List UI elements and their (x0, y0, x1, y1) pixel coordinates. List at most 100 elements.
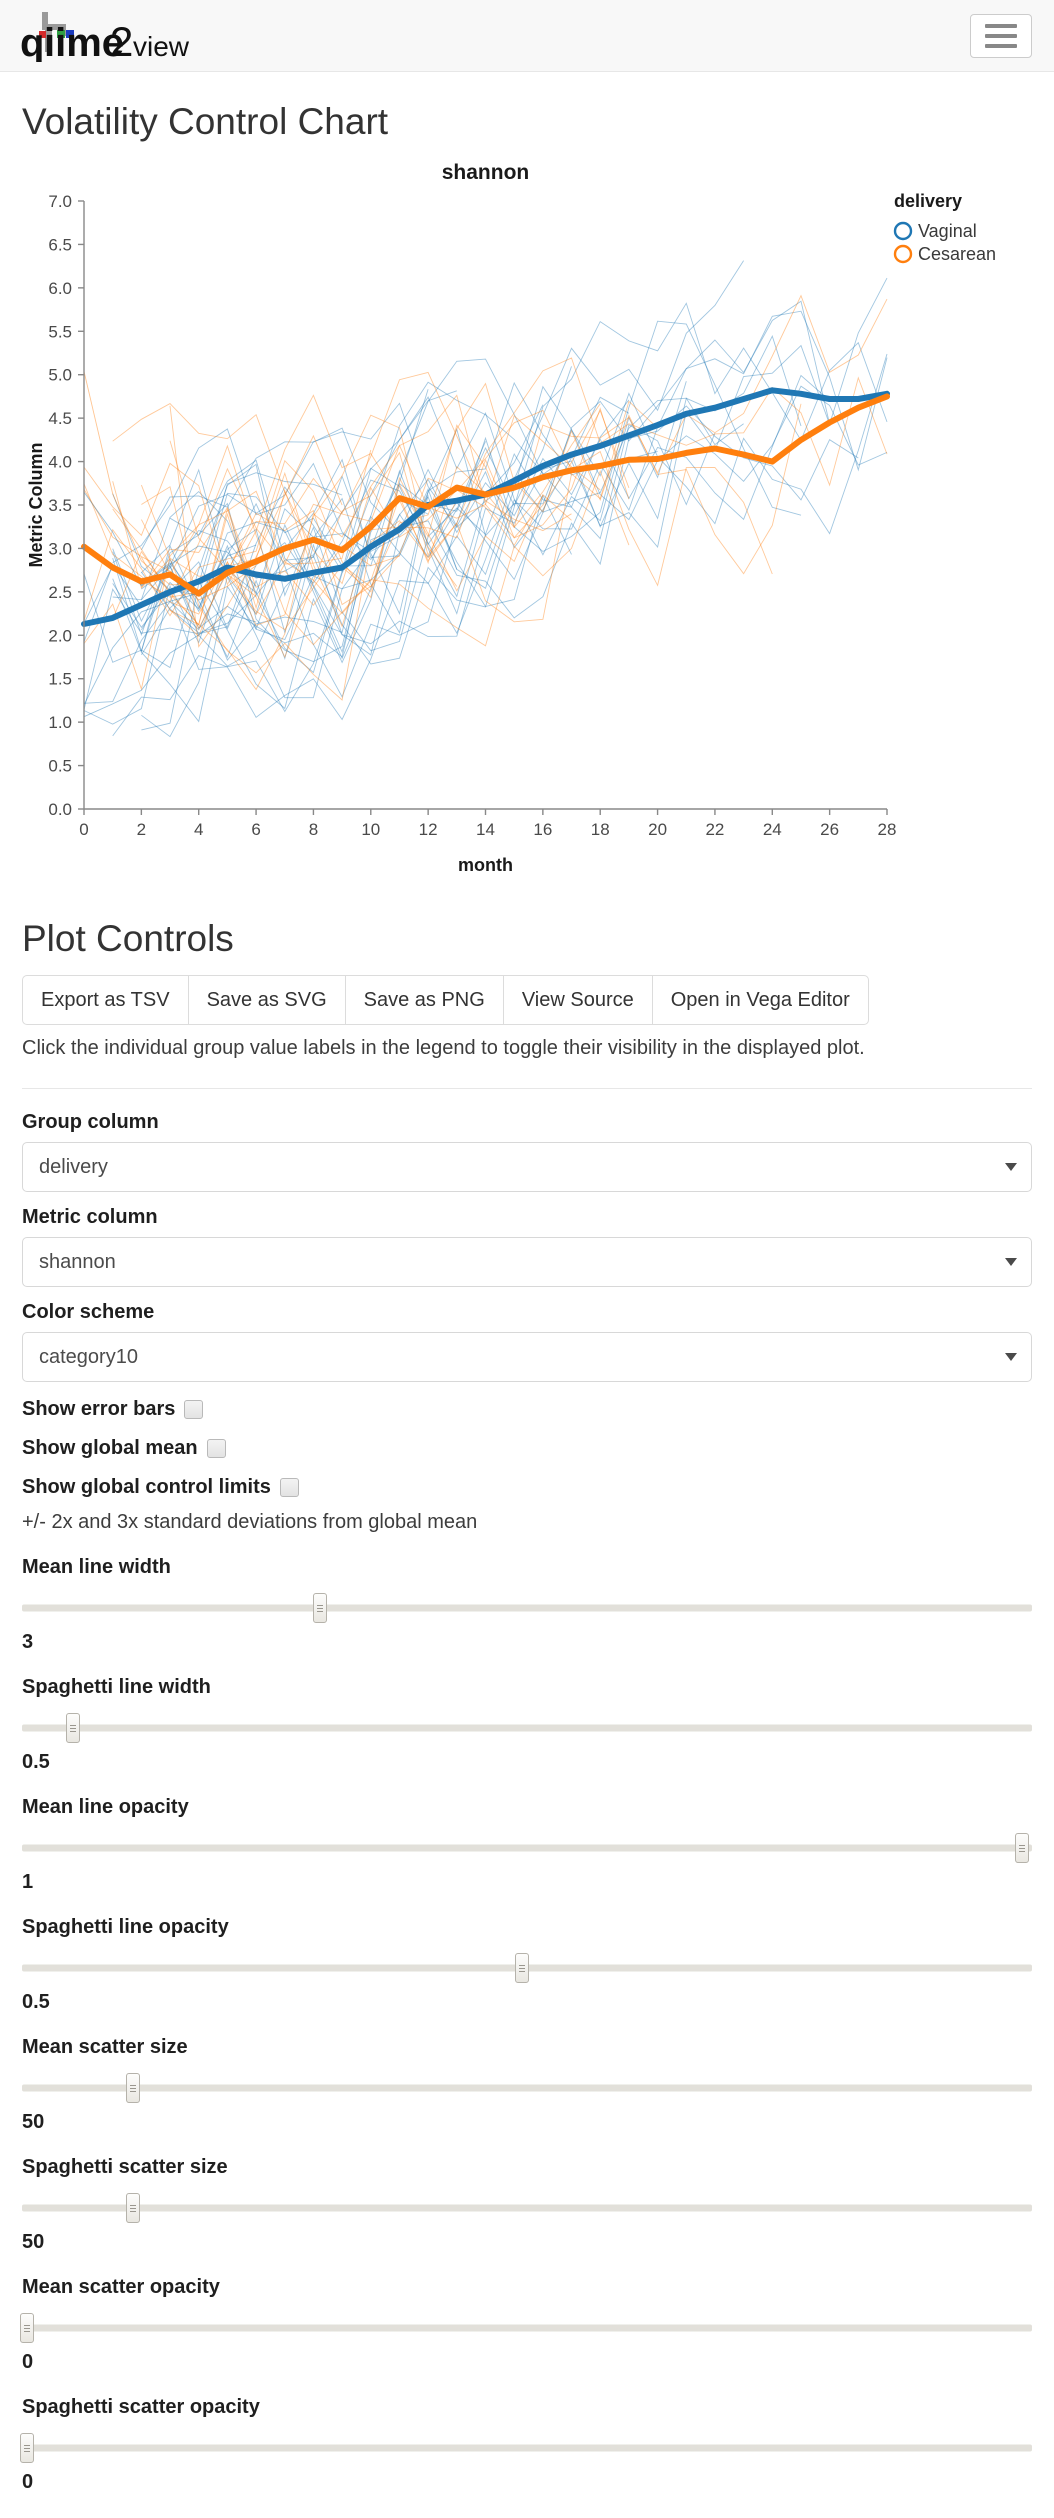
mean-scatter-size-value: 50 (22, 2111, 45, 2134)
legend-symbol-vaginal[interactable] (893, 221, 913, 240)
mean-line-width-label: Mean line width (22, 1556, 171, 1579)
spaghetti-line-opacity-thumb[interactable] (514, 1953, 529, 1984)
mean-line-width-slider[interactable] (22, 1591, 1032, 1625)
spaghetti-scatter-size-value: 50 (22, 2231, 45, 2254)
volatility-chart[interactable]: shannon 0.0 0.5 1.0 1.5 2.0 2.5 3.0 3.5 4.0 4.5 5.0… (22, 159, 1032, 889)
spaghetti-scatter-size-track[interactable] (22, 2204, 1032, 2212)
spaghetti-line-opacity-slider[interactable] (22, 1951, 1032, 1985)
show-error-bars-row: Show error bars (22, 1398, 1032, 1421)
plot-options-form: Group column delivery Metric column shan… (20, 1111, 1032, 2494)
mean-scatter-size-track[interactable] (22, 2084, 1032, 2092)
plot-export-button-group: Export as TSV Save as SVG Save as PNG Vi… (22, 975, 1032, 1026)
spaghetti-scatter-opacity-slider[interactable] (20, 2431, 1032, 2465)
legend-label-vaginal[interactable]: Vaginal (918, 221, 977, 241)
spaghetti-line-width-thumb[interactable] (65, 1713, 80, 1744)
legend-label-cesarean[interactable]: Cesarean (918, 244, 996, 264)
view-source-button[interactable]: View Source (502, 975, 652, 1026)
x-axis-title: month (458, 855, 513, 875)
y-tick-label: 3.0 (48, 539, 72, 558)
y-tick-label: 0.5 (48, 756, 72, 775)
y-tick-label: 2.5 (48, 583, 72, 602)
plot-controls-title: Plot Controls (22, 917, 234, 959)
show-global-control-limits-label: Show global control limits (22, 1476, 271, 1499)
show-global-control-limits-row: Show global control limits (22, 1476, 1032, 1499)
y-tick-label: 1.5 (48, 669, 72, 688)
mean-scatter-opacity-thumb[interactable] (20, 2313, 35, 2344)
color-scheme-label: Color scheme (22, 1301, 155, 1324)
slider-list: Mean line width 3 Spaghetti line width 0.5 M… (20, 1556, 1032, 2494)
mean-scatter-size-thumb[interactable] (126, 2073, 141, 2104)
chevron-down-icon (1005, 1258, 1017, 1267)
x-tick-label: 18 (591, 820, 610, 839)
qiime2view-logo-graphic: q iime 2 view (20, 11, 190, 62)
hamburger-menu-button[interactable] (970, 13, 1032, 58)
mean-line-opacity-track[interactable] (22, 1844, 1032, 1852)
legend-toggle-help-text: Click the individual group value labels … (22, 1037, 865, 1060)
open-in-vega-editor-button[interactable]: Open in Vega Editor (651, 975, 869, 1026)
mean-line-width-value: 3 (22, 1631, 34, 1654)
mean-scatter-size-slider[interactable] (22, 2071, 1032, 2105)
y-tick-label: 5.0 (48, 365, 72, 384)
spaghetti-scatter-size-label: Spaghetti scatter size (22, 2156, 228, 2179)
spaghetti-line (112, 334, 802, 653)
x-tick-label: 2 (137, 820, 146, 839)
x-tick-label: 14 (476, 820, 495, 839)
spaghetti-line-width-track[interactable] (22, 1724, 1032, 1732)
svg-text:2: 2 (110, 18, 133, 62)
mean-line-opacity-slider[interactable] (22, 1831, 1032, 1865)
group-column-label: Group column (22, 1111, 159, 1134)
group-column-select[interactable]: delivery (22, 1142, 1032, 1193)
y-tick-label: 6.5 (48, 235, 72, 254)
group-column-value: delivery (39, 1155, 108, 1178)
chart-svg: shannon 0.0 0.5 1.0 1.5 2.0 2.5 3.0 3.5 4.0 4.5 5.0… (26, 161, 996, 875)
chart-title: shannon (442, 161, 530, 184)
save-as-svg-button[interactable]: Save as SVG (187, 975, 345, 1026)
x-tick-label: 8 (309, 820, 318, 839)
metric-column-select[interactable]: shannon (22, 1237, 1032, 1288)
show-error-bars-checkbox[interactable] (184, 1400, 204, 1420)
y-tick-label: 7.0 (48, 192, 72, 211)
qiime2view-logo[interactable]: q iime 2 view (18, 10, 194, 62)
save-as-png-button[interactable]: Save as PNG (344, 975, 503, 1026)
mean-scatter-opacity-slider[interactable] (20, 2311, 1032, 2345)
bottom-spacer (22, 2494, 1032, 2518)
mean-scatter-size-label: Mean scatter size (22, 2036, 188, 2059)
spaghetti-scatter-opacity-track[interactable] (22, 2444, 1032, 2452)
mean-line-opacity-value: 1 (22, 1871, 34, 1894)
svg-text:q: q (20, 21, 44, 62)
spaghetti-line (141, 357, 888, 701)
mean-line-opacity-thumb[interactable] (1014, 1833, 1029, 1864)
show-global-control-limits-checkbox[interactable] (279, 1478, 299, 1498)
x-tick-label: 0 (79, 820, 88, 839)
legend-symbol-cesarean[interactable] (893, 244, 913, 263)
color-scheme-select[interactable]: category10 (22, 1332, 1032, 1383)
y-tick-label: 6.0 (48, 279, 72, 298)
spaghetti-line-width-label: Spaghetti line width (22, 1676, 211, 1699)
show-global-mean-checkbox[interactable] (206, 1439, 226, 1459)
y-tick-label: 0.0 (48, 800, 72, 819)
spaghetti-line (112, 451, 458, 658)
spaghetti-lines (83, 260, 888, 737)
mean-scatter-opacity-track[interactable] (22, 2324, 1032, 2332)
export-as-tsv-button[interactable]: Export as TSV (22, 975, 188, 1026)
spaghetti-line-width-value: 0.5 (22, 1751, 50, 1774)
chevron-down-icon (1005, 1353, 1017, 1362)
hamburger-bar (985, 43, 1017, 48)
section-divider (22, 1088, 1032, 1090)
spaghetti-scatter-opacity-label: Spaghetti scatter opacity (22, 2396, 260, 2419)
legend-title: delivery (894, 191, 962, 211)
mean-line-width-track[interactable] (22, 1604, 1032, 1612)
spaghetti-scatter-size-thumb[interactable] (126, 2193, 141, 2224)
x-tick-label: 6 (251, 820, 260, 839)
metric-column-value: shannon (39, 1250, 116, 1273)
x-tick-label: 26 (820, 820, 839, 839)
spaghetti-scatter-size-slider[interactable] (22, 2191, 1032, 2225)
show-global-mean-label: Show global mean (22, 1437, 198, 1460)
spaghetti-line-width-slider[interactable] (22, 1711, 1032, 1745)
y-tick-label: 4.5 (48, 409, 72, 428)
color-scheme-value: category10 (39, 1345, 138, 1368)
page-title: Volatility Control Chart (22, 101, 389, 142)
spaghetti-scatter-opacity-thumb[interactable] (20, 2433, 35, 2464)
mean-line-width-thumb[interactable] (312, 1593, 327, 1624)
x-tick-label: 16 (533, 820, 552, 839)
